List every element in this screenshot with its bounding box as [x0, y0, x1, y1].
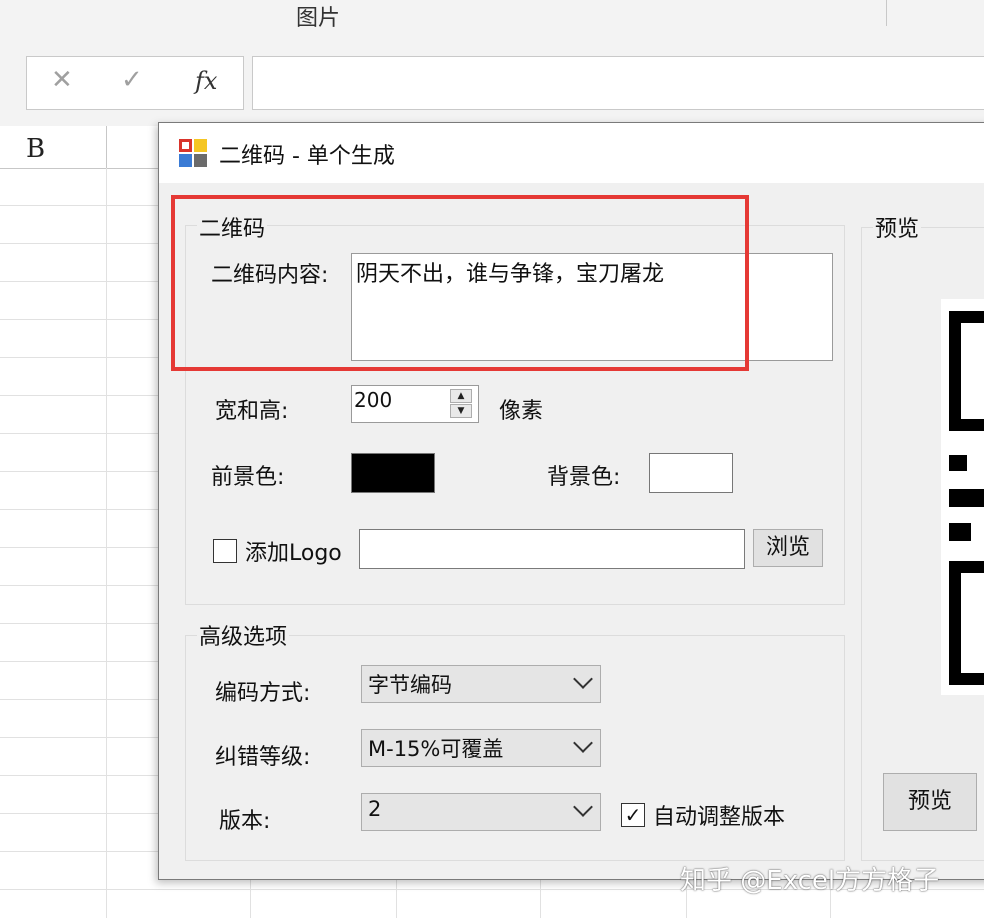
chevron-down-icon — [573, 733, 593, 753]
preview-button[interactable]: 预览 — [883, 773, 977, 831]
size-label: 宽和高: — [215, 399, 289, 424]
chevron-down-icon — [573, 797, 593, 817]
spin-up-icon[interactable]: ▲ — [450, 389, 472, 403]
ecc-value: M-15%可覆盖 — [368, 737, 504, 761]
encoding-value: 字节编码 — [368, 673, 452, 697]
enter-formula-icon[interactable]: ✓ — [121, 65, 143, 95]
spin-down-icon[interactable]: ▼ — [450, 404, 472, 418]
dialog-title: 二维码 - 单个生成 — [219, 144, 395, 169]
version-label: 版本: — [219, 809, 271, 834]
bg-color-label: 背景色: — [547, 465, 621, 490]
column-header-b[interactable]: B — [26, 134, 45, 164]
preview-group-legend: 预览 — [873, 211, 922, 243]
size-unit-label: 像素 — [499, 399, 544, 424]
column-separator — [106, 126, 107, 168]
bg-color-swatch[interactable] — [649, 453, 733, 493]
browse-button[interactable]: 浏览 — [753, 529, 823, 567]
app-icon — [179, 139, 207, 167]
ecc-select[interactable]: M-15%可覆盖 — [361, 729, 601, 767]
size-stepper[interactable]: 200 ▲ ▼ — [351, 385, 479, 423]
formula-bar-input[interactable] — [252, 56, 984, 110]
qr-group-legend: 二维码 — [197, 211, 268, 243]
qr-content-input[interactable]: 阴天不出，谁与争锋，宝刀屠龙 — [351, 253, 833, 361]
ribbon-group-label: 图片 — [296, 6, 341, 31]
auto-version-checkbox[interactable]: ✓ — [621, 803, 645, 827]
fg-color-swatch[interactable] — [351, 453, 435, 493]
ribbon-strip: 图片 — [0, 0, 984, 37]
watermark: 知乎 @Excel方方格子 — [680, 866, 940, 896]
encoding-label: 编码方式: — [215, 681, 311, 706]
version-select[interactable]: 2 — [361, 793, 601, 831]
chevron-down-icon — [573, 669, 593, 689]
fg-color-label: 前景色: — [211, 465, 285, 490]
content-label: 二维码内容: — [211, 263, 329, 288]
auto-version-label: 自动调整版本 — [653, 805, 786, 830]
size-value: 200 — [354, 388, 393, 412]
ecc-label: 纠错等级: — [215, 745, 311, 770]
dialog-titlebar[interactable]: 二维码 - 单个生成 — [159, 123, 984, 183]
cancel-formula-icon[interactable]: ✕ — [51, 65, 73, 95]
advanced-group-legend: 高级选项 — [197, 619, 290, 651]
ribbon-separator — [886, 0, 887, 26]
encoding-select[interactable]: 字节编码 — [361, 665, 601, 703]
add-logo-checkbox[interactable] — [213, 539, 237, 563]
qr-preview-image — [941, 299, 984, 695]
add-logo-label: 添加Logo — [245, 541, 342, 566]
qr-single-dialog: 二维码 - 单个生成 二维码 二维码内容: 阴天不出，谁与争锋，宝刀屠龙 宽和高… — [158, 122, 984, 880]
logo-path-input[interactable] — [359, 529, 745, 569]
version-value: 2 — [368, 797, 382, 821]
formula-button-group: ✕ ✓ fx — [26, 56, 244, 110]
insert-function-icon[interactable]: fx — [195, 67, 217, 95]
